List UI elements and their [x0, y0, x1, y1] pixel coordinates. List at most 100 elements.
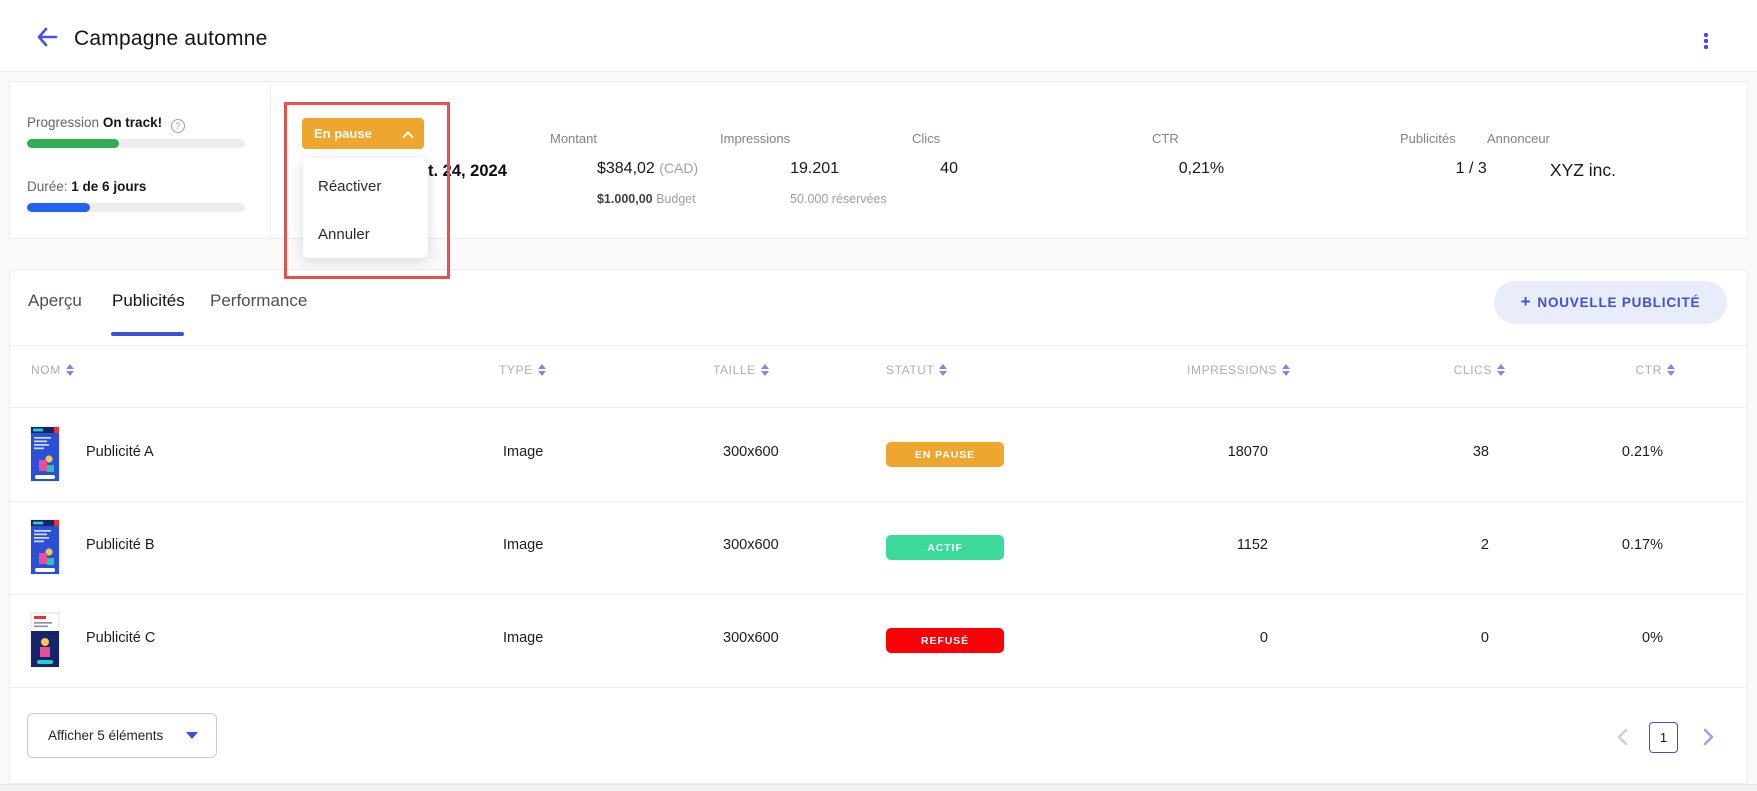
stat-publicites: Publicités 1 / 3	[1400, 130, 1456, 148]
tabs-divider	[9, 345, 1748, 346]
page-size-label: Afficher 5 éléments	[48, 728, 163, 743]
progression-line: Progression On track! ?	[27, 115, 185, 133]
chevron-down-icon	[186, 732, 198, 739]
status-dropdown-menu: Réactiver Annuler	[303, 158, 428, 258]
ad-name: Publicité A	[86, 444, 154, 460]
new-ad-button[interactable]: + NOUVELLE PUBLICITÉ	[1494, 281, 1727, 324]
status-dropdown-button[interactable]: En pause	[302, 118, 424, 149]
ad-ctr: 0.21%	[1622, 444, 1663, 460]
table-row-publicite-a[interactable]: Publicité A Image 300x600 EN PAUSE 18070…	[9, 408, 1748, 501]
ad-impressions: 18070	[1228, 444, 1268, 460]
active-tab-underline	[111, 332, 184, 336]
campaign-detail-page: Campagne automne Progression On track! ?…	[0, 0, 1757, 791]
page-size-select[interactable]: Afficher 5 éléments	[27, 713, 217, 758]
sort-icon	[66, 364, 74, 376]
chevron-left-icon	[1616, 728, 1628, 746]
ad-thumbnail	[31, 613, 59, 667]
sort-icon	[1667, 364, 1675, 376]
ad-type: Image	[503, 630, 543, 646]
ad-impressions: 0	[1260, 630, 1268, 646]
tab-apercu[interactable]: Aperçu	[28, 291, 82, 311]
stat-label: Publicités	[1400, 131, 1456, 146]
ad-impressions: 1152	[1237, 537, 1268, 553]
ad-clics: 2	[1481, 537, 1489, 553]
status-dropdown-label: En pause	[314, 126, 372, 141]
chevron-up-icon	[402, 131, 413, 142]
stat-value: $384,02 (CAD)	[597, 160, 698, 178]
column-header-statut[interactable]: STATUT	[886, 363, 947, 377]
sort-icon	[1282, 364, 1290, 376]
plus-icon: +	[1521, 292, 1532, 312]
stat-value: 19.201	[790, 160, 839, 178]
duration-bar-fill	[27, 203, 90, 212]
stat-clics: Clics 40	[912, 130, 940, 148]
status-badge: REFUSÉ	[886, 628, 1004, 653]
progression-bar	[27, 139, 245, 148]
ad-size: 300x600	[723, 537, 779, 553]
stat-value: 1 / 3	[1456, 160, 1487, 178]
table-row-publicite-c[interactable]: Publicité C Image 300x600 REFUSÉ 0 0 0%	[9, 594, 1748, 687]
ad-clics: 0	[1481, 630, 1489, 646]
column-header-ctr[interactable]: CTR	[1636, 363, 1675, 377]
progression-label: Progression	[27, 115, 99, 130]
stat-sub: $1.000,00 Budget	[597, 192, 696, 206]
sort-icon	[538, 364, 546, 376]
stats-divider	[270, 82, 271, 238]
tab-publicites[interactable]: Publicités	[112, 291, 185, 311]
new-ad-button-label: NOUVELLE PUBLICITÉ	[1537, 295, 1700, 310]
kebab-menu-icon[interactable]	[1696, 28, 1716, 54]
stat-label: Impressions	[720, 131, 790, 146]
table-bottom-divider	[9, 687, 1748, 688]
ad-clics: 38	[1473, 444, 1489, 460]
column-header-type[interactable]: TYPE	[499, 363, 546, 377]
stat-label: Clics	[912, 131, 940, 146]
menu-item-reactivate[interactable]: Réactiver	[318, 178, 381, 195]
duration-line: Durée: 1 de 6 jours	[27, 179, 146, 194]
stat-ctr: CTR 0,21%	[1152, 130, 1179, 148]
stat-label: Annonceur	[1487, 131, 1550, 146]
ad-type: Image	[503, 444, 543, 460]
ad-size: 300x600	[723, 444, 779, 460]
table-row-publicite-b[interactable]: Publicité B Image 300x600 ACTIF 1152 2 0…	[9, 501, 1748, 594]
ad-size: 300x600	[723, 630, 779, 646]
duration-label: Durée:	[27, 179, 68, 194]
status-badge: EN PAUSE	[886, 442, 1004, 467]
stat-value: XYZ inc.	[1550, 160, 1616, 181]
stat-montant: Montant $384,02 (CAD) $1.000,00 Budget	[550, 130, 597, 148]
campaign-date-fragment: t. 24, 2024	[428, 162, 507, 181]
ad-ctr: 0%	[1642, 630, 1663, 646]
duration-bar	[27, 203, 245, 212]
help-icon[interactable]: ?	[171, 119, 185, 133]
sort-icon	[1497, 364, 1505, 376]
ad-thumbnail	[31, 520, 59, 574]
progression-bar-fill	[27, 139, 119, 148]
ad-ctr: 0.17%	[1622, 537, 1663, 553]
pagination-page-1[interactable]: 1	[1649, 722, 1678, 753]
stat-value: 0,21%	[1179, 160, 1224, 178]
column-header-nom[interactable]: NOM	[31, 363, 74, 377]
stat-value: 40	[940, 160, 958, 178]
page-bottom-strip	[0, 784, 1757, 791]
ad-name: Publicité C	[86, 630, 155, 646]
ad-thumbnail	[31, 427, 59, 481]
menu-item-cancel[interactable]: Annuler	[318, 226, 370, 243]
progression-value: On track!	[103, 115, 162, 130]
arrow-left-icon	[34, 26, 60, 48]
sort-icon	[939, 364, 947, 376]
pagination-next-button[interactable]	[1697, 721, 1721, 753]
stat-sub: 50.000 réservées	[790, 192, 887, 206]
back-arrow-icon[interactable]	[34, 26, 64, 52]
stat-label: CTR	[1152, 131, 1179, 146]
column-header-taille[interactable]: TAILLE	[713, 363, 769, 377]
status-badge: ACTIF	[886, 535, 1004, 560]
column-header-clics[interactable]: CLICS	[1454, 363, 1505, 377]
tab-performance[interactable]: Performance	[210, 291, 307, 311]
chevron-right-icon	[1703, 728, 1715, 746]
pagination-prev-button[interactable]	[1610, 721, 1634, 753]
sort-icon	[761, 364, 769, 376]
page-title: Campagne automne	[74, 27, 268, 51]
column-header-impressions[interactable]: IMPRESSIONS	[1187, 363, 1290, 377]
ad-name: Publicité B	[86, 537, 155, 553]
stat-label: Montant	[550, 131, 597, 146]
ad-type: Image	[503, 537, 543, 553]
